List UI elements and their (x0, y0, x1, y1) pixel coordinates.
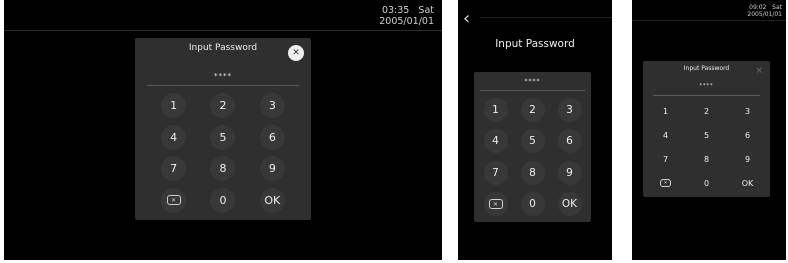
password-underline (480, 90, 585, 91)
chevron-left-icon: ‹ (463, 8, 471, 29)
clock-time: 09:02 (749, 4, 767, 11)
clock-date: 2005/01/01 (379, 15, 434, 27)
key-8[interactable]: 8 (198, 153, 247, 185)
key-8[interactable]: 8 (514, 157, 551, 189)
password-display: **** (699, 83, 714, 89)
screen-portrait-small: 09:02 Sat 2005/01/01 Input Password × **… (632, 0, 786, 260)
key-1[interactable]: 1 (477, 94, 514, 126)
dialog-title: Input Password (683, 65, 730, 72)
key-3[interactable]: 3 (551, 94, 588, 126)
status-clock: 09:02 Sat 2005/01/01 (747, 4, 782, 19)
clock-day: Sat (418, 5, 434, 16)
key-3[interactable]: 3 (248, 90, 297, 122)
page-title: Input Password (495, 38, 575, 50)
back-button[interactable]: ‹ (463, 10, 470, 28)
screen-landscape: 03:35 Sat 2005/01/01 Input Password ✕ **… (4, 0, 442, 260)
clock-time: 03:35 (381, 5, 410, 16)
password-dialog: Input Password × **** 1 2 3 4 5 6 7 8 9 … (643, 61, 770, 197)
key-5[interactable]: 5 (198, 122, 247, 154)
key-ok[interactable]: OK (727, 171, 768, 195)
password-underline (653, 95, 760, 96)
close-icon: ✕ (292, 48, 300, 58)
key-7[interactable]: 7 (477, 157, 514, 189)
backspace-icon: ✕ (488, 199, 503, 210)
password-dialog: Input Password ✕ **** 1 2 3 4 5 6 7 8 9 … (135, 38, 311, 220)
key-ok[interactable]: OK (248, 185, 297, 217)
key-1[interactable]: 1 (149, 90, 198, 122)
keypad: 1 2 3 4 5 6 7 8 9 ✕ 0 OK (149, 90, 297, 216)
key-backspace[interactable]: ✕ (149, 185, 198, 217)
key-0[interactable]: 0 (686, 171, 727, 195)
key-9[interactable]: 9 (248, 153, 297, 185)
password-display: **** (524, 78, 541, 85)
key-backspace[interactable]: ✕ (477, 189, 514, 221)
key-4[interactable]: 4 (477, 126, 514, 158)
password-display: **** (214, 72, 232, 80)
key-2[interactable]: 2 (198, 90, 247, 122)
close-icon: × (755, 66, 763, 76)
key-8[interactable]: 8 (686, 147, 727, 171)
key-6[interactable]: 6 (727, 123, 768, 147)
password-underline (147, 85, 299, 86)
key-ok[interactable]: OK (551, 189, 588, 221)
key-5[interactable]: 5 (514, 126, 551, 158)
keypad: 1 2 3 4 5 6 7 8 9 ✕ 0 OK (645, 99, 768, 195)
key-5[interactable]: 5 (686, 123, 727, 147)
clock-date: 2005/01/01 (747, 10, 782, 18)
close-button[interactable]: × (755, 66, 763, 76)
backspace-icon: ✕ (660, 179, 671, 187)
keypad: 1 2 3 4 5 6 7 8 9 ✕ 0 OK (477, 94, 588, 220)
key-0[interactable]: 0 (198, 185, 247, 217)
key-backspace[interactable]: ✕ (645, 171, 686, 195)
screen-portrait-full: ‹ Input Password **** 1 2 3 4 5 6 7 8 9 … (458, 0, 612, 260)
close-button[interactable]: ✕ (288, 45, 304, 61)
key-6[interactable]: 6 (248, 122, 297, 154)
backspace-icon: ✕ (166, 195, 181, 206)
key-3[interactable]: 3 (727, 99, 768, 123)
key-4[interactable]: 4 (149, 122, 198, 154)
key-6[interactable]: 6 (551, 126, 588, 158)
clock-day: Sat (772, 4, 782, 11)
key-7[interactable]: 7 (149, 153, 198, 185)
key-1[interactable]: 1 (645, 99, 686, 123)
header-divider (4, 30, 442, 31)
header-divider (632, 20, 786, 21)
key-2[interactable]: 2 (514, 94, 551, 126)
dialog-title: Input Password (188, 43, 258, 53)
header-divider (480, 17, 612, 18)
key-9[interactable]: 9 (727, 147, 768, 171)
key-9[interactable]: 9 (551, 157, 588, 189)
key-4[interactable]: 4 (645, 123, 686, 147)
key-2[interactable]: 2 (686, 99, 727, 123)
password-panel: **** 1 2 3 4 5 6 7 8 9 ✕ 0 OK (474, 72, 591, 222)
key-7[interactable]: 7 (645, 147, 686, 171)
status-clock: 03:35 Sat 2005/01/01 (379, 5, 434, 28)
key-0[interactable]: 0 (514, 189, 551, 221)
